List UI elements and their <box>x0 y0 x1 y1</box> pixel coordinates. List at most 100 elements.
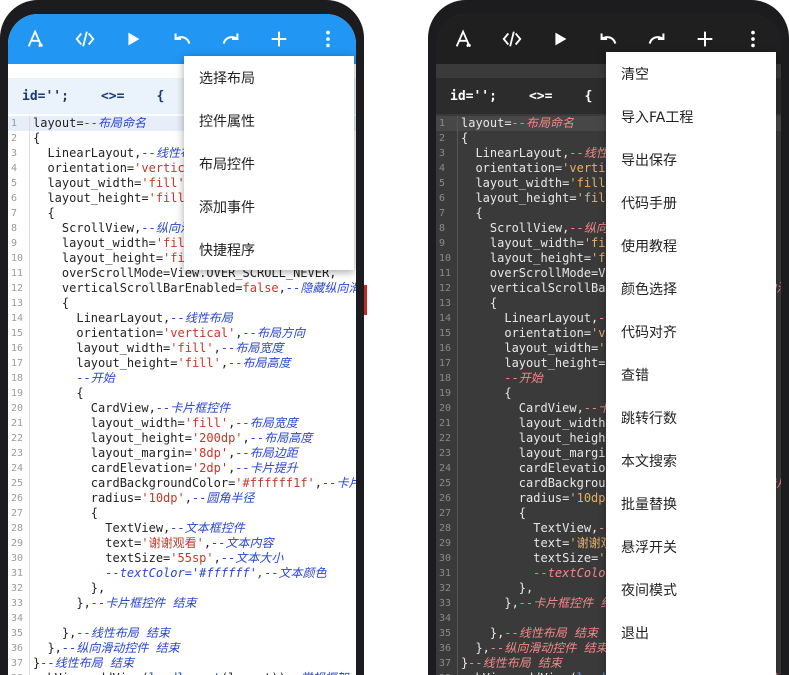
code-line: 21 layout_width='fill',--布局宽度 <box>8 416 356 431</box>
redo-icon[interactable] <box>640 22 674 56</box>
code-line: 34 <box>8 611 356 626</box>
code-line: 35 },--线性布局 结束 <box>8 626 356 641</box>
menu-item-layout-widgets[interactable]: 布局控件 <box>184 142 354 185</box>
code-token-st: '200dp' <box>191 431 243 445</box>
line-number: 36 <box>8 641 30 656</box>
menu-item-batch-replace[interactable]: 批量替换 <box>606 482 776 525</box>
format-text-icon[interactable] <box>19 22 53 56</box>
symbol-key[interactable]: { <box>156 89 164 104</box>
code-token: }, <box>461 581 534 595</box>
code-token: layout= <box>461 116 512 130</box>
code-token: , <box>184 491 192 505</box>
menu-item-code-manual[interactable]: 代码手册 <box>606 181 776 224</box>
symbol-key[interactable]: <>= <box>529 89 552 104</box>
play-icon[interactable] <box>543 22 577 56</box>
more-vert-icon[interactable] <box>311 22 345 56</box>
line-number: 13 <box>8 296 30 311</box>
menu-item-select-layout[interactable]: 选择布局 <box>184 56 354 99</box>
menu-item-tutorial[interactable]: 使用教程 <box>606 224 776 267</box>
code-icon[interactable] <box>68 22 102 56</box>
line-number: 4 <box>8 161 30 176</box>
code-token-cm: --开始 <box>76 371 115 385</box>
code-token-cm: --文本框控件 <box>170 521 245 535</box>
code-line: 16 layout_width='fill',--布局宽度 <box>8 341 356 356</box>
menu-item-check-errors[interactable]: 查错 <box>606 353 776 396</box>
code-line: 27 { <box>8 506 356 521</box>
menu-item-clear[interactable]: 清空 <box>606 52 776 95</box>
code-token: webView.addView( <box>33 671 149 675</box>
code-text: layout_height='200dp',--布局高度 <box>30 431 356 446</box>
menu-item-widget-properties[interactable]: 控件属性 <box>184 99 354 142</box>
menu-item-shortcut-program[interactable]: 快捷程序 <box>184 228 354 271</box>
line-number: 36 <box>436 641 458 656</box>
code-token-fn: loadlayout <box>149 671 221 675</box>
line-number: 33 <box>436 596 458 611</box>
line-number: 24 <box>8 461 30 476</box>
menu-item-exit[interactable]: 退出 <box>606 611 776 654</box>
phone-left: id=''; <>= { 1 layout=--布局命名 2{3 LinearLay… <box>0 0 364 675</box>
line-number: 1 <box>8 116 30 131</box>
redo-icon[interactable] <box>214 22 248 56</box>
code-line: 30 textSize='55sp',--文本大小 <box>8 551 356 566</box>
code-token: , <box>278 281 286 295</box>
code-token: layout_height= <box>461 356 606 370</box>
menu-item-export-save[interactable]: 导出保存 <box>606 138 776 181</box>
code-token: radius= <box>461 491 570 505</box>
code-token-cm: --纵向滑动控件 结束 <box>61 641 180 655</box>
code-icon[interactable] <box>495 22 529 56</box>
code-text: layout_width='fill',--布局宽度 <box>30 416 356 431</box>
line-number: 23 <box>8 446 30 461</box>
symbol-key[interactable]: { <box>584 89 592 104</box>
undo-icon[interactable] <box>165 22 199 56</box>
menu-item-add-event[interactable]: 添加事件 <box>184 185 354 228</box>
menu-item-floating-toggle[interactable]: 悬浮开关 <box>606 525 776 568</box>
code-token-cm: --开始 <box>504 371 543 385</box>
symbol-key[interactable]: id=''; <box>450 89 497 104</box>
code-line: 14 LinearLayout,--线性布局 <box>8 311 356 326</box>
code-text: --textColor='#ffffff',--文本颜色 <box>30 566 356 581</box>
line-number: 35 <box>8 626 30 641</box>
line-number: 10 <box>436 251 458 266</box>
line-number: 18 <box>8 371 30 386</box>
code-text: { <box>30 296 356 311</box>
code-token: layout_width= <box>461 416 613 430</box>
line-number: 16 <box>436 341 458 356</box>
menu-item-import-fa-project[interactable]: 导入FA工程 <box>606 95 776 138</box>
code-token-cm: --布局命名 <box>83 116 147 130</box>
line-number: 9 <box>436 236 458 251</box>
menu-item-night-mode[interactable]: 夜间模式 <box>606 568 776 611</box>
code-token: layout= <box>33 116 84 130</box>
code-text: LinearLayout,--线性布局 <box>30 311 356 326</box>
code-token-cm: --隐藏纵向滑条 <box>285 281 356 295</box>
menu-item-code-align[interactable]: 代码对齐 <box>606 310 776 353</box>
undo-icon[interactable] <box>591 22 625 56</box>
more-vert-icon[interactable] <box>736 22 770 56</box>
line-number: 1 <box>436 116 458 131</box>
code-token: ScrollView, <box>461 221 570 235</box>
code-token: radius= <box>33 491 142 505</box>
play-icon[interactable] <box>116 22 150 56</box>
add-icon[interactable] <box>688 22 722 56</box>
code-token: { <box>33 296 70 310</box>
code-token: , <box>213 551 221 565</box>
line-number: 3 <box>436 146 458 161</box>
menu-item-goto-line[interactable]: 跳转行数 <box>606 396 776 439</box>
format-text-icon[interactable] <box>447 22 481 56</box>
line-number: 19 <box>8 386 30 401</box>
line-number: 29 <box>436 536 458 551</box>
line-number: 12 <box>8 281 30 296</box>
code-line: 28 TextView,--文本框控件 <box>8 521 356 536</box>
code-text: textSize='55sp',--文本大小 <box>30 551 356 566</box>
add-icon[interactable] <box>262 22 296 56</box>
code-text: }, <box>30 581 356 596</box>
code-token-cm: --卡片框控件 结束 <box>90 596 197 610</box>
code-token: webView.addView( <box>461 671 577 675</box>
menu-item-color-picker[interactable]: 颜色选择 <box>606 267 776 310</box>
menu-item-text-search[interactable]: 本文搜索 <box>606 439 776 482</box>
symbol-key[interactable]: id=''; <box>22 89 69 104</box>
code-token-st: '8dp' <box>191 446 229 460</box>
code-line: 31 --textColor='#ffffff',--文本颜色 <box>8 566 356 581</box>
code-token-cm: --线性布局 <box>170 311 233 325</box>
symbol-key[interactable]: <>= <box>101 89 124 104</box>
